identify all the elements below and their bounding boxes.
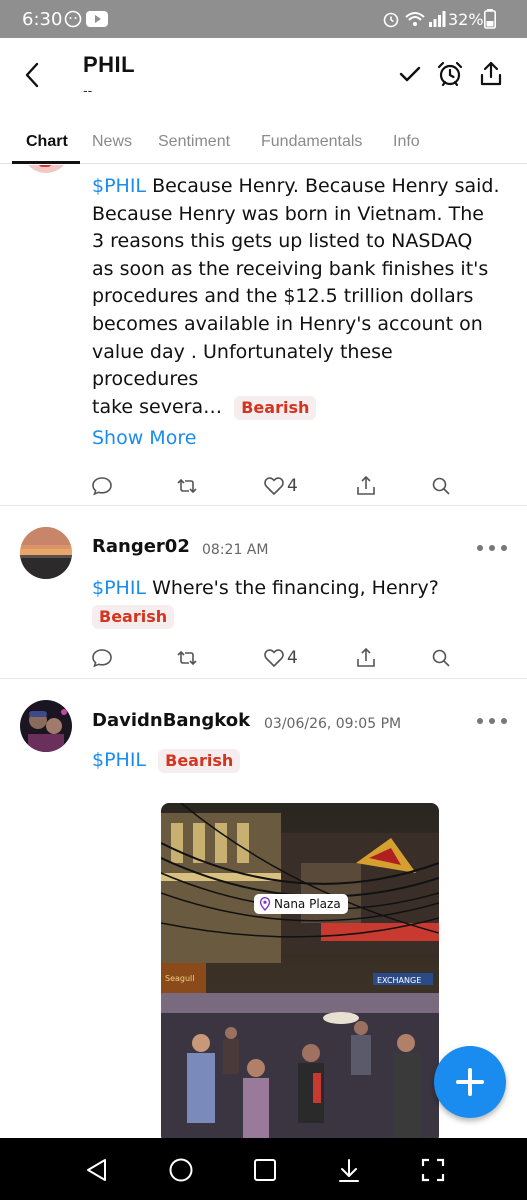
page-title: PHIL [83, 52, 136, 77]
heart-icon[interactable] [262, 474, 286, 498]
check-icon[interactable] [396, 60, 424, 88]
svg-text:EXCHANGE: EXCHANGE [377, 976, 421, 985]
battery-percent: 32% [448, 10, 484, 29]
post-body: $PHIL Because Henry. Because Henry said.… [92, 175, 500, 420]
repost-icon[interactable] [175, 646, 199, 670]
timestamp: 08:21 AM [202, 542, 269, 558]
cashtag-link[interactable]: $PHIL [92, 577, 146, 599]
repost-icon[interactable] [175, 474, 199, 498]
post-image[interactable]: Seagull EXCHANGE Nana Plaza [161, 803, 439, 1138]
svg-text:Seagull: Seagull [165, 974, 195, 983]
system-nav-bar [0, 1138, 527, 1200]
post-divider [0, 678, 527, 679]
username[interactable]: DavidnBangkok [92, 710, 250, 731]
cashtag-link[interactable]: $PHIL [92, 749, 146, 771]
plus-icon [456, 1068, 484, 1096]
bearish-badge: Bearish [92, 604, 175, 629]
search-icon[interactable] [429, 646, 453, 670]
show-more-link[interactable]: Show More [92, 427, 196, 449]
comment-icon[interactable] [90, 646, 114, 670]
nav-screenshot-icon[interactable] [419, 1156, 447, 1184]
price-subtitle: -- [83, 82, 93, 98]
compose-post-button[interactable] [434, 1046, 506, 1118]
tab-news[interactable]: News [92, 133, 132, 151]
share-icon[interactable] [477, 60, 505, 88]
battery-icon [484, 9, 496, 29]
nav-home-icon[interactable] [167, 1156, 195, 1184]
youtube-icon [86, 11, 108, 27]
alarm-icon[interactable] [436, 60, 464, 88]
status-time: 6:30 [22, 9, 63, 30]
post-actions: 4 [0, 646, 527, 676]
search-icon[interactable] [429, 474, 453, 498]
status-bar: 6:30 32% [0, 0, 527, 38]
avatar[interactable] [20, 527, 72, 579]
more-options-icon[interactable] [476, 716, 508, 726]
cashtag-link[interactable]: $PHIL [92, 175, 146, 197]
location-pin-icon [259, 897, 271, 911]
like-count: 4 [287, 476, 298, 496]
post-body: $PHIL Where's the financing, Henry? Bear… [92, 575, 502, 630]
comment-icon[interactable] [90, 474, 114, 498]
nav-recents-icon[interactable] [251, 1156, 279, 1184]
post-divider [0, 505, 527, 506]
share-post-icon[interactable] [354, 646, 378, 670]
active-tab-indicator [12, 161, 80, 164]
nav-down-icon[interactable] [335, 1156, 363, 1184]
message-feed[interactable]: $PHIL Because Henry. Because Henry said.… [0, 165, 527, 1138]
heart-icon[interactable] [262, 646, 286, 670]
bearish-badge: Bearish [234, 395, 317, 420]
face-icon [64, 10, 82, 28]
header: PHIL -- [0, 38, 527, 124]
bearish-badge: Bearish [158, 749, 241, 773]
tab-info[interactable]: Info [393, 133, 420, 151]
tab-bar: Chart News Sentiment Fundamentals Info [0, 124, 527, 164]
alarm-status-icon [383, 12, 399, 28]
tab-chart[interactable]: Chart [26, 133, 68, 151]
avatar[interactable] [20, 700, 72, 752]
username[interactable]: Ranger02 [92, 536, 190, 557]
post-actions: 4 [0, 474, 527, 504]
like-count: 4 [287, 648, 298, 668]
tab-fundamentals[interactable]: Fundamentals [261, 133, 362, 151]
signal-icon [429, 11, 446, 27]
back-arrow-icon[interactable] [18, 60, 48, 90]
tab-sentiment[interactable]: Sentiment [158, 133, 230, 151]
wifi-icon [405, 12, 425, 26]
avatar[interactable] [22, 165, 70, 173]
timestamp: 03/06/26, 09:05 PM [264, 716, 402, 732]
post-body: $PHIL Bearish [92, 747, 502, 775]
location-label: Nana Plaza [274, 897, 341, 911]
more-options-icon[interactable] [476, 543, 508, 553]
location-tag[interactable]: Nana Plaza [254, 894, 348, 914]
nav-back-icon[interactable] [83, 1156, 111, 1184]
share-post-icon[interactable] [354, 474, 378, 498]
